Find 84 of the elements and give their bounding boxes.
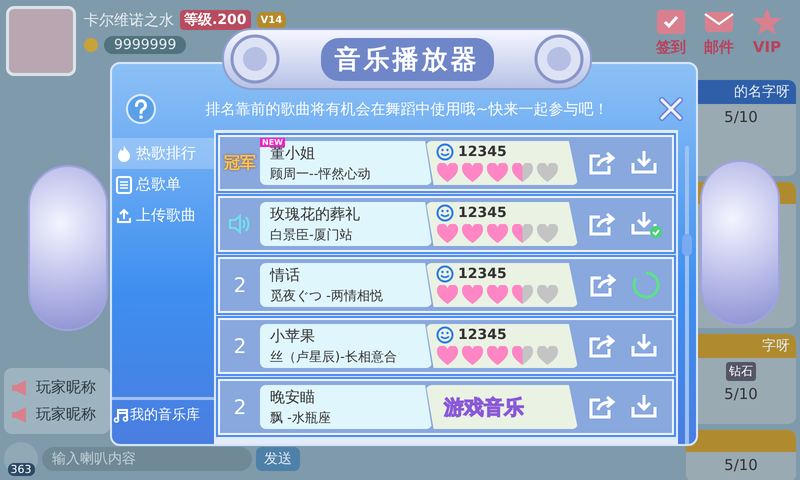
player-count: 5/10 [724,108,758,126]
song-artist: 觅夜ぐつ -两情相悦 [270,288,384,304]
song-artist: 丝（卢星辰)-长相意合 [270,348,398,366]
song-artist: 白景臣-厦门站 [270,226,354,244]
diamond-badge: 钻石 [726,362,756,381]
close-button[interactable] [658,96,684,122]
chat-nickname: 玩家昵称 [36,378,96,397]
share-button[interactable] [588,211,616,237]
song-artist: 飘 -水瓶座 [270,410,332,426]
speaker-icon [534,34,584,84]
vip-badge: V14 [256,12,286,28]
heart-icon [511,285,534,305]
flame-icon [116,144,132,162]
heart-icon [461,285,484,305]
player-name: 卡尔维诺之水 [84,10,174,30]
scrollbar[interactable] [685,146,689,444]
score-text: 12345 [458,144,507,160]
heart-icon [436,285,459,305]
heart-icon [536,346,559,366]
speaker-icon [230,34,280,84]
song-artist: 顾周一--怦然心动 [270,166,372,182]
heart-icon [436,163,459,183]
champion-label: 冠军 [224,152,256,174]
smiley-icon [436,265,454,283]
dialog-title: 音乐播放器 [320,38,494,80]
heart-icon [511,163,534,183]
player-count: 5/10 [724,456,758,474]
chat-nickname: 玩家昵称 [36,405,96,424]
heart-icon [511,224,534,244]
room-name: 的名字呀 [734,84,790,100]
coin-balance: 9999999 [104,36,186,54]
horn-button[interactable]: 363 [4,442,38,476]
heart-icon [486,285,509,305]
heart-icon [461,163,484,183]
share-button[interactable] [588,333,616,359]
share-button[interactable] [588,150,616,176]
heart-icon [536,163,559,183]
song-row[interactable]: 2 小苹果 丝（卢星辰)-长相意合 12345 [218,318,674,374]
heart-icon [461,224,484,244]
share-button[interactable] [588,394,616,420]
room-card[interactable]: 5/10 [686,430,796,480]
heart-icon [461,346,484,366]
horn-message-field[interactable]: 输入喇叭内容 [42,447,252,471]
heart-icon [486,224,509,244]
heart-icon [436,346,459,366]
avatar-photo-placeholder[interactable] [6,6,76,76]
rank-number: 2 [234,395,246,419]
hint-text: 排名靠前的歌曲将有机会在舞蹈中使用哦~快来一起参与吧！ [204,100,610,118]
song-title: 晚安瞄 [270,388,316,406]
rank-number: 2 [234,273,246,297]
heart-icon [486,346,509,366]
score-text: 12345 [458,266,507,282]
room-name: 字呀 [762,338,790,354]
share-button[interactable] [589,272,617,298]
player-count: 5/10 [724,385,758,403]
smiley-icon [436,204,454,222]
music-note-icon [113,407,129,423]
list-icon [116,176,132,194]
score-text: 12345 [458,205,507,221]
heart-icon [536,285,559,305]
upload-icon [116,208,132,224]
download-button[interactable] [630,209,662,239]
song-title: 情话 [270,266,301,284]
help-button[interactable] [126,94,156,124]
song-row[interactable]: 2 情话 觅夜ぐつ -两情相悦 12345 [218,257,674,313]
song-title: 小苹果 [270,326,316,346]
send-button[interactable]: 发送 [256,447,300,471]
heart-icon [486,163,509,183]
star-icon [750,6,784,36]
sidebar-item[interactable]: 上传歌曲 [112,200,214,231]
song-row[interactable]: 2 晚安瞄 飘 -水瓶座 游戏音乐 [218,379,674,435]
song-row[interactable]: 玫瑰花的葬礼 白景臣-厦门站 12345 [218,196,674,252]
heart-icon [436,224,459,244]
heart-icon [536,224,559,244]
coin-icon [84,38,98,52]
game-music-label: 游戏音乐 [444,394,524,420]
new-tag: NEW [260,138,285,147]
smiley-icon [436,326,454,344]
heart-icon [511,346,534,366]
song-title: 玫瑰花的葬礼 [270,204,361,224]
score-text: 12345 [458,327,507,343]
level-label: 等级.200 [180,10,251,30]
rank-number: 2 [234,334,246,358]
smiley-icon [436,143,454,161]
